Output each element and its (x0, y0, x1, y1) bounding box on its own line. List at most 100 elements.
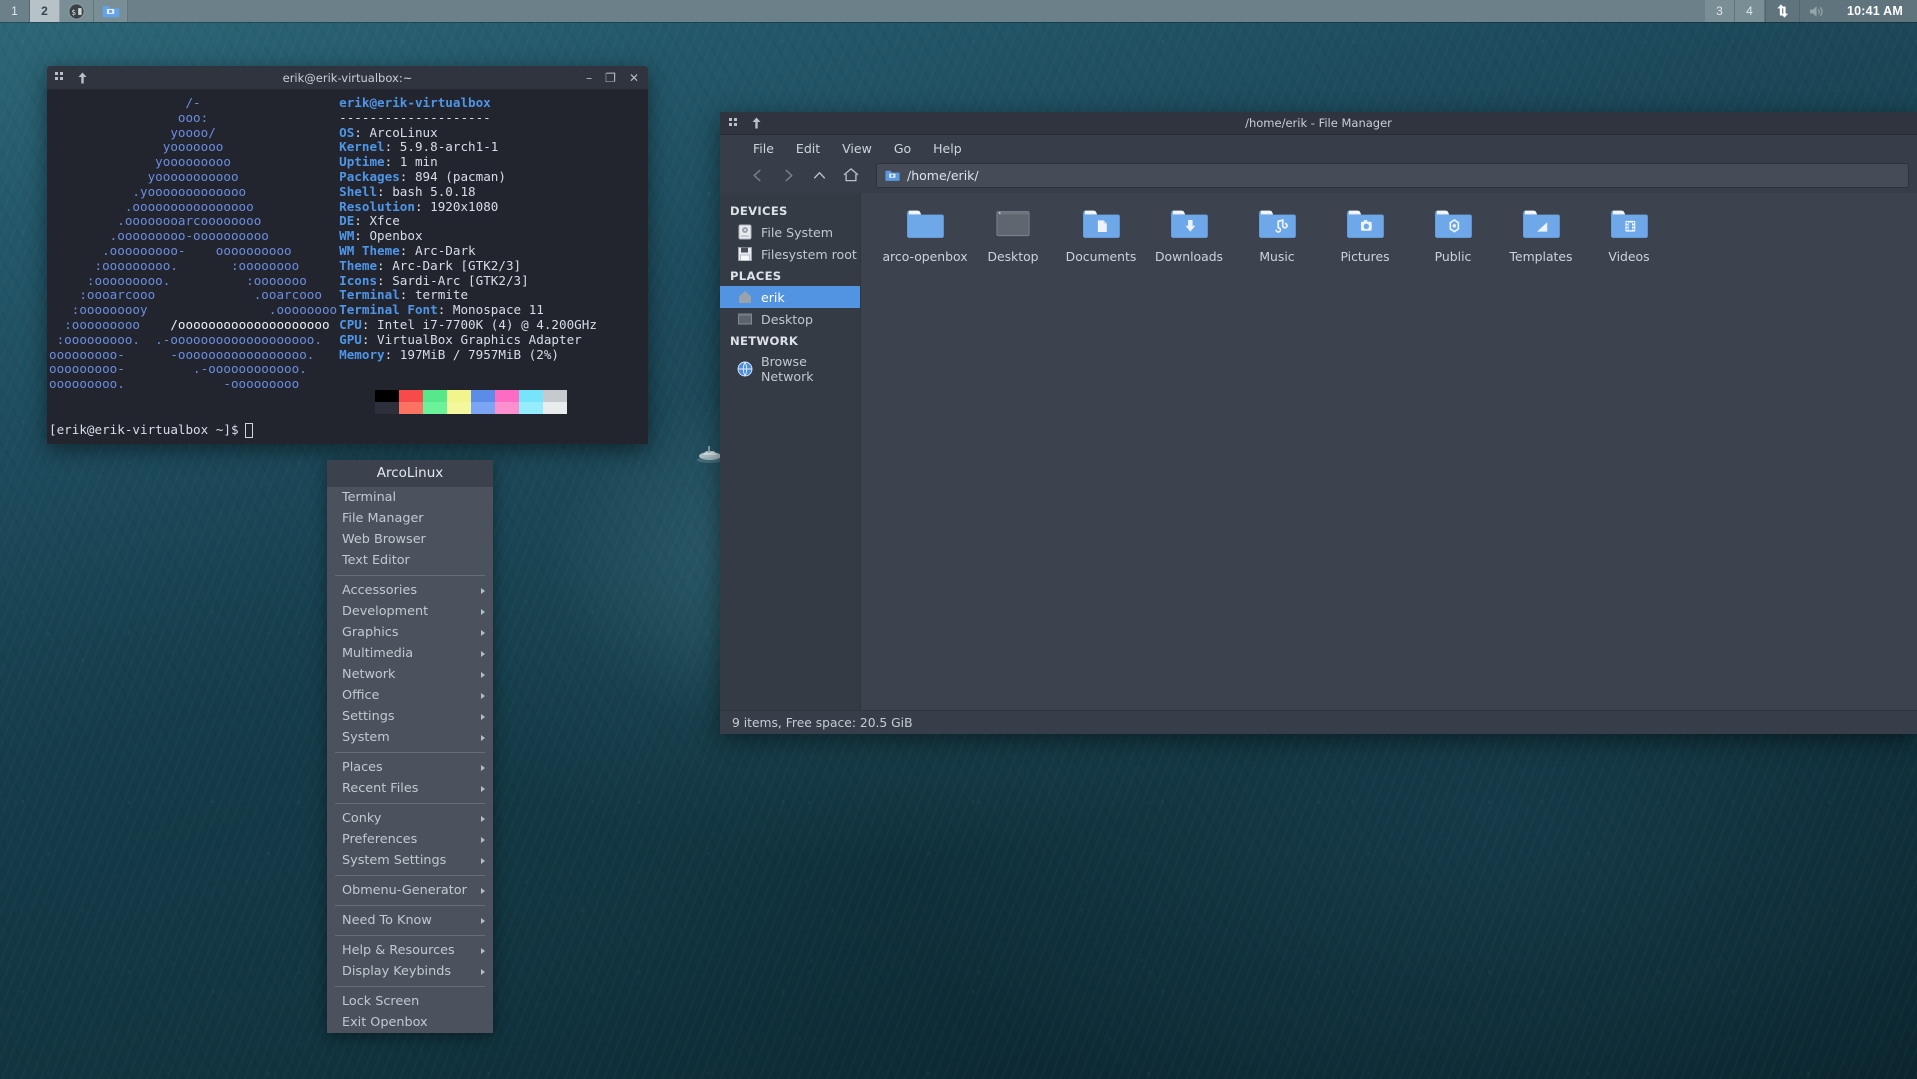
menu-item-file-manager[interactable]: File Manager (327, 508, 493, 529)
menu-item-places[interactable]: Places (327, 757, 493, 778)
palette-swatch-4 (471, 390, 495, 402)
menu-go[interactable]: Go (883, 139, 922, 158)
submenu-arrow-icon (481, 815, 485, 822)
menu-item-label: Need To Know (342, 913, 432, 928)
menu-item-system-settings[interactable]: System Settings (327, 850, 493, 871)
menu-item-label: System Settings (342, 853, 447, 868)
home-folder-icon (737, 289, 753, 305)
menu-help[interactable]: Help (922, 139, 973, 158)
terminal-color-palette (375, 390, 567, 414)
palette-swatch-3 (447, 390, 471, 402)
sidebar-item-file-system[interactable]: File System (720, 221, 860, 243)
file-item-pictures[interactable]: Pictures (1321, 207, 1409, 281)
terminal-maximize-button[interactable]: ❐ (605, 72, 616, 84)
menu-item-lock-screen[interactable]: Lock Screen (327, 991, 493, 1012)
menu-item-recent-files[interactable]: Recent Files (327, 778, 493, 799)
workspace-button-4[interactable]: 4 (1734, 0, 1765, 22)
shell-prompt[interactable]: [erik@erik-virtualbox ~]$ (49, 422, 253, 438)
file-manager-titlebar[interactable]: /home/erik - File Manager (720, 112, 1917, 135)
file-item-desktop[interactable]: Desktop (969, 207, 1057, 281)
sidebar-item-erik[interactable]: erik (720, 286, 860, 308)
sidebar-item-filesystem-root[interactable]: Filesystem root (720, 243, 860, 265)
panel-spacer (128, 0, 1705, 22)
file-item-public[interactable]: Public (1409, 207, 1497, 281)
menu-item-help-resources[interactable]: Help & Resources (327, 940, 493, 961)
menu-item-office[interactable]: Office (327, 685, 493, 706)
taskbar-filemanager-button[interactable] (94, 0, 128, 22)
file-manager-content[interactable]: arco-openbox Desktop Documents Downloads Mus… (860, 193, 1917, 710)
menu-item-label: Text Editor (342, 553, 410, 568)
sidebar-item-browse-network[interactable]: Browse Network (720, 351, 860, 387)
menu-item-label: Help & Resources (342, 943, 455, 958)
back-button[interactable] (742, 162, 773, 188)
folder-pictures-icon (1345, 207, 1385, 244)
panel-right-area: 3 4 10:41 AM (1704, 0, 1917, 22)
path-bar[interactable]: /home/erik/ (876, 162, 1909, 188)
file-manager-toolbar: /home/erik/ (720, 161, 1917, 193)
file-item-videos[interactable]: Videos (1585, 207, 1673, 281)
palette-swatch-1 (399, 402, 423, 414)
menu-item-exit-openbox[interactable]: Exit Openbox (327, 1012, 493, 1033)
forward-button[interactable] (773, 162, 804, 188)
menu-item-label: Accessories (342, 583, 417, 598)
menu-item-label: System (342, 730, 390, 745)
menu-view[interactable]: View (831, 139, 883, 158)
terminal-close-button[interactable]: ✕ (629, 72, 639, 84)
top-panel: 1 2 $ 3 4 10:41 AM (0, 0, 1917, 22)
network-tray-icon[interactable] (1764, 0, 1799, 22)
workspace-button-3[interactable]: 3 (1704, 0, 1735, 22)
home-button[interactable] (835, 162, 866, 188)
menu-item-graphics[interactable]: Graphics (327, 622, 493, 643)
menu-edit[interactable]: Edit (785, 139, 831, 158)
grid-icon[interactable] (55, 72, 66, 83)
menu-item-settings[interactable]: Settings (327, 706, 493, 727)
terminal-body[interactable]: /- ooo: yoooo/ yooooooo yooooooooo yoooo… (47, 90, 648, 444)
clock[interactable]: 10:41 AM (1832, 0, 1917, 22)
up-button[interactable] (804, 162, 835, 188)
floppy-icon (737, 246, 753, 262)
workspace-button-1[interactable]: 1 (0, 0, 30, 22)
task-list: $ (60, 0, 128, 22)
menu-item-system[interactable]: System (327, 727, 493, 748)
file-item-documents[interactable]: Documents (1057, 207, 1145, 281)
taskbar-terminal-button[interactable]: $ (60, 0, 94, 22)
file-manager-main: DEVICES File System Filesystem root PLACES e… (720, 193, 1917, 710)
workspace-button-2[interactable]: 2 (30, 0, 60, 22)
menu-item-text-editor[interactable]: Text Editor (327, 550, 493, 571)
menu-item-need-to-know[interactable]: Need To Know (327, 910, 493, 931)
file-manager-statusbar: 9 items, Free space: 20.5 GiB (720, 710, 1917, 734)
menu-file[interactable]: File (742, 139, 785, 158)
file-item-music[interactable]: Music (1233, 207, 1321, 281)
openbox-root-menu[interactable]: ArcoLinux Terminal File Manager Web Browse… (327, 460, 493, 1033)
sidebar-item-desktop[interactable]: Desktop (720, 308, 860, 330)
terminal-titlebar[interactable]: erik@erik-virtualbox:~ – ❐ ✕ (47, 66, 648, 90)
speaker-icon (1809, 5, 1823, 17)
menu-item-conky[interactable]: Conky (327, 808, 493, 829)
file-item-arco-openbox[interactable]: arco-openbox (881, 207, 969, 281)
sidebar-item-label: Browse Network (761, 354, 814, 384)
menu-item-terminal[interactable]: Terminal (327, 487, 493, 508)
menu-item-label: Recent Files (342, 781, 419, 796)
file-item-downloads[interactable]: Downloads (1145, 207, 1233, 281)
sidebar-item-label: erik (761, 289, 785, 305)
menu-item-display-keybinds[interactable]: Display Keybinds (327, 961, 493, 982)
openbox-menu-items: Terminal File Manager Web Browser Text Edit… (327, 487, 493, 1033)
menu-item-preferences[interactable]: Preferences (327, 829, 493, 850)
file-item-templates[interactable]: Templates (1497, 207, 1585, 281)
menu-item-network[interactable]: Network (327, 664, 493, 685)
up-arrow-icon[interactable] (77, 72, 88, 84)
menu-item-accessories[interactable]: Accessories (327, 580, 493, 601)
menu-item-web-browser[interactable]: Web Browser (327, 529, 493, 550)
menu-item-obmenu-generator[interactable]: Obmenu-Generator (327, 880, 493, 901)
file-manager-window[interactable]: /home/erik - File Manager File Edit View… (720, 112, 1917, 734)
terminal-minimize-button[interactable]: – (586, 72, 592, 84)
folder-desktop-icon (993, 207, 1033, 244)
menu-item-multimedia[interactable]: Multimedia (327, 643, 493, 664)
volume-tray-icon[interactable] (1798, 0, 1833, 22)
menu-separator (335, 752, 485, 753)
menu-item-development[interactable]: Development (327, 601, 493, 622)
folder-icon (102, 5, 119, 17)
menu-separator (335, 803, 485, 804)
menu-separator (335, 875, 485, 876)
terminal-window[interactable]: erik@erik-virtualbox:~ – ❐ ✕ /- ooo: yoo… (47, 66, 648, 444)
